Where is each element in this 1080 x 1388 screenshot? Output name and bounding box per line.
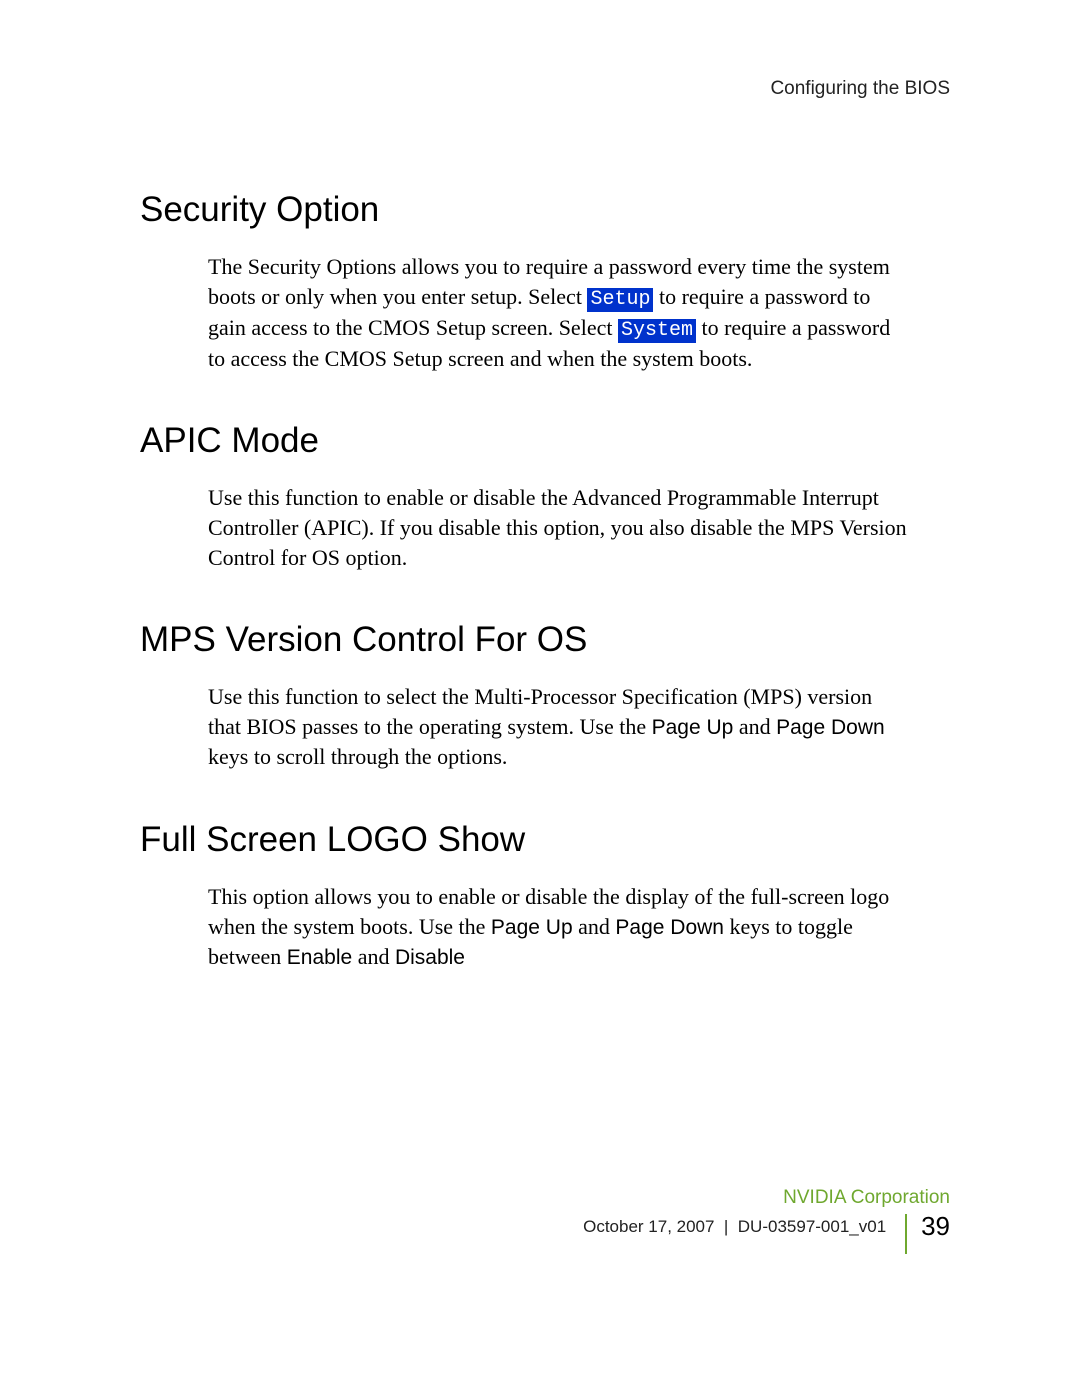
header-title: Configuring the BIOS [140, 78, 950, 100]
key-page-up: Page Up [491, 916, 573, 939]
footer-page-number: 39 [921, 1211, 950, 1242]
key-disable: Disable [395, 946, 465, 969]
page: Configuring the BIOS Security Option The… [0, 0, 1080, 1388]
heading-apic-mode: APIC Mode [140, 421, 950, 461]
section-apic-mode: APIC Mode Use this function to enable or… [140, 421, 950, 572]
heading-full-screen-logo: Full Screen LOGO Show [140, 820, 950, 860]
footer-divider [905, 1214, 907, 1254]
section-security-option: Security Option The Security Options all… [140, 190, 950, 373]
highlight-system: System [618, 319, 696, 343]
body-apic-mode: Use this function to enable or disable t… [208, 483, 908, 572]
body-security-option: The Security Options allows you to requi… [208, 252, 908, 373]
key-page-down: Page Down [776, 716, 885, 739]
section-full-screen-logo: Full Screen LOGO Show This option allows… [140, 820, 950, 972]
text: and [573, 914, 616, 939]
key-page-down: Page Down [615, 916, 724, 939]
footer-corp: NVIDIA Corporation [583, 1187, 950, 1209]
footer-date: October 17, 2007 [583, 1217, 714, 1236]
text: keys to scroll through the options. [208, 744, 507, 769]
key-enable: Enable [287, 946, 352, 969]
footer: NVIDIA Corporation October 17, 2007 | DU… [583, 1187, 950, 1242]
text: and [733, 714, 776, 739]
text: and [352, 944, 395, 969]
body-full-screen-logo: This option allows you to enable or disa… [208, 882, 908, 972]
footer-doc: DU-03597-001_v01 [738, 1217, 886, 1236]
key-page-up: Page Up [652, 716, 734, 739]
body-mps-version: Use this function to select the Multi-Pr… [208, 682, 908, 772]
footer-line2: October 17, 2007 | DU-03597-001_v01 [583, 1217, 886, 1237]
heading-security-option: Security Option [140, 190, 950, 230]
section-mps-version: MPS Version Control For OS Use this func… [140, 620, 950, 772]
highlight-setup: Setup [587, 288, 653, 312]
heading-mps-version: MPS Version Control For OS [140, 620, 950, 660]
